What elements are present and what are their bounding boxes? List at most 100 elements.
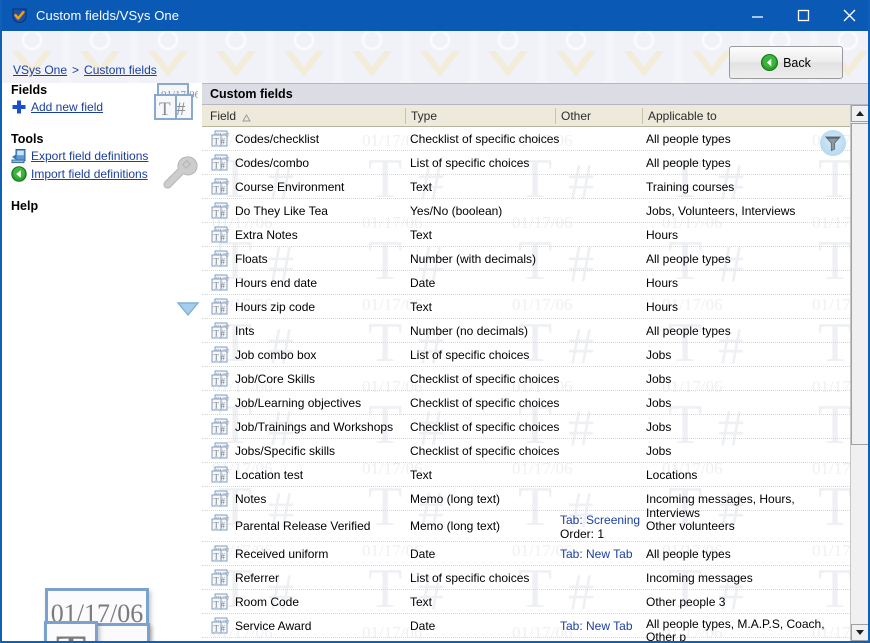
minimize-button[interactable] (734, 0, 780, 31)
custom-field-icon: 01/17#T (211, 394, 230, 412)
application-window: Custom fields/VSys One VSys One > Custom f… (0, 0, 870, 643)
cell-type: Checklist of specific choices (410, 444, 560, 458)
cell-field: Ints (235, 324, 255, 338)
chevron-down-icon[interactable] (176, 301, 200, 320)
table-row[interactable]: 01/17#T Room Code Text Other people 3 (202, 590, 850, 614)
custom-field-icon: 01/17#T (211, 490, 230, 508)
sidebar-link-label[interactable]: Add new field (31, 100, 103, 114)
custom-field-icon: 01/17#T (211, 569, 230, 587)
table-row[interactable]: 01/17#T Extra Notes Text Hours (202, 223, 850, 247)
cell-type: Text (410, 595, 433, 609)
cell-field: Jobs/Specific skills (235, 444, 336, 458)
vsys-watermark-tile (342, 31, 402, 83)
cell-applicable-to: Jobs (646, 372, 672, 386)
vsys-watermark-tile (410, 31, 470, 83)
table-row[interactable]: 01/17#T Referrer List of specific choices I… (202, 566, 850, 590)
table-row[interactable]: 01/17#T Service Award Date Tab: New Tab All … (202, 614, 850, 641)
cell-type: Date (410, 619, 436, 633)
svg-text:T: T (214, 329, 220, 339)
svg-text:T: T (214, 257, 220, 267)
cell-applicable-to: Locations (646, 468, 698, 482)
panel-title: Custom fields (202, 83, 868, 105)
vsys-shield-icon (11, 7, 28, 24)
cell-applicable-to: All people types (646, 252, 731, 266)
wrench-icon (157, 151, 199, 196)
cell-type: Checklist of specific choices (410, 420, 560, 434)
cell-applicable-to: Other volunteers (646, 519, 735, 533)
import-icon (11, 166, 27, 182)
cell-field: Floats (235, 252, 268, 266)
sort-ascending-icon (242, 111, 251, 125)
table-row[interactable]: 01/17#TNotesMemo (long text)Incoming mes… (202, 487, 850, 520)
scroll-down-button[interactable] (851, 624, 868, 641)
sidebar-link-label[interactable]: Export field definitions (31, 149, 148, 163)
cell-applicable-to: Jobs (646, 420, 672, 434)
column-header-other[interactable]: Other (561, 109, 591, 123)
cell-applicable-to: Other people 3 (646, 595, 726, 609)
cell-type: Number (with decimals) (410, 252, 537, 266)
export-icon (11, 148, 27, 164)
scrollbar-thumb[interactable] (851, 123, 868, 445)
svg-text:T: T (214, 305, 220, 315)
svg-text:T: T (214, 624, 220, 634)
table-row[interactable]: 01/17#T Course Environment Text Training co… (202, 175, 850, 199)
cell-field: Course Environment (235, 180, 345, 194)
column-header-applicable-to[interactable]: Applicable to (648, 109, 717, 123)
table-row[interactable]: 01/17#T Job combo box List of specific cho… (202, 343, 850, 367)
grid-header: Field Type Other Applicable to (202, 105, 868, 127)
cell-type: Checklist of specific choices (410, 132, 560, 146)
cell-applicable-to: Training courses (646, 180, 735, 194)
table-row[interactable]: 01/17#T Jobs/Specific skills Checklist of … (202, 439, 850, 463)
custom-field-icon: 01/17#T (211, 545, 230, 563)
back-button[interactable]: Back (729, 46, 843, 79)
breadcrumb-item-0[interactable]: VSys One (13, 63, 67, 77)
custom-field-icon: 01/17#T (211, 466, 230, 484)
cell-type: Memo (long text) (410, 492, 501, 506)
logo-card-hash: # (94, 623, 150, 641)
svg-text:T: T (214, 576, 220, 586)
svg-text:T: T (214, 161, 220, 171)
close-button[interactable] (826, 0, 868, 31)
breadcrumb-item-1[interactable]: Custom fields (84, 63, 157, 77)
column-header-field[interactable]: Field (210, 109, 236, 123)
cell-type: Checklist of specific choices (410, 396, 560, 410)
cell-field: Job/Trainings and Workshops (235, 420, 394, 434)
table-row[interactable]: 01/17#T Codes/combo List of specific choic… (202, 151, 850, 175)
grid-rows: 01/17#T Codes/checklist Checklist of speci… (202, 127, 850, 641)
custom-field-icon: 01/17#T (211, 154, 230, 172)
vsys-custom-fields-logo: 01/17/06 # T (28, 588, 183, 641)
sidebar-link-label[interactable]: Import field definitions (31, 167, 148, 181)
table-row[interactable]: 01/17#T Ints Number (no decimals) All peopl… (202, 319, 850, 343)
custom-field-icon: 01/17#T (211, 202, 230, 220)
custom-field-icon: 01/17#T (211, 130, 230, 148)
svg-text:T: T (214, 137, 220, 147)
vsys-watermark-tile (206, 31, 266, 83)
table-row[interactable]: 01/17#T Received uniform Date Tab: New Tab A… (202, 542, 850, 566)
vertical-scrollbar[interactable] (850, 105, 868, 641)
table-row[interactable]: 01/17#T Job/Trainings and Workshops Checkl… (202, 415, 850, 439)
funnel-filter-icon[interactable] (820, 130, 846, 156)
table-row[interactable]: 01/17#T Floats Number (with decimals) All p… (202, 247, 850, 271)
cell-applicable-to: All people types (646, 156, 731, 170)
svg-text:T: T (214, 473, 220, 483)
table-row[interactable]: 01/17#T Job/Learning objectives Checklist … (202, 391, 850, 415)
table-row[interactable]: 01/17#T Hours zip code Text Hours (202, 295, 850, 319)
content-panel: Custom fields Field Type Other Applicabl… (202, 83, 868, 641)
cell-applicable-to: Incoming messages (646, 571, 753, 585)
custom-field-icon: 01/17#T (211, 418, 230, 436)
svg-text:T: T (214, 449, 220, 459)
column-header-type[interactable]: Type (411, 109, 437, 123)
cell-field: Hours zip code (235, 300, 316, 314)
maximize-button[interactable] (780, 0, 826, 31)
cell-applicable-to: Hours (646, 228, 679, 242)
table-row[interactable]: 01/17#T Codes/checklist Checklist of speci… (202, 127, 850, 151)
table-row[interactable]: 01/17#T Parental Release Verified Memo (lo… (202, 511, 850, 542)
table-row[interactable]: 01/17#T Do They Like Tea Yes/No (boolean) J… (202, 199, 850, 223)
table-row[interactable]: 01/17#T Hours end date Date Hours (202, 271, 850, 295)
table-row[interactable]: 01/17#T Job/Core Skills Checklist of speci… (202, 367, 850, 391)
cell-applicable-to: Jobs (646, 396, 672, 410)
table-row[interactable]: 01/17#T Location test Text Locations (202, 463, 850, 487)
scroll-up-button[interactable] (851, 105, 868, 122)
cell-applicable-to: All people types (646, 547, 731, 561)
cell-field: Notes (235, 492, 267, 506)
